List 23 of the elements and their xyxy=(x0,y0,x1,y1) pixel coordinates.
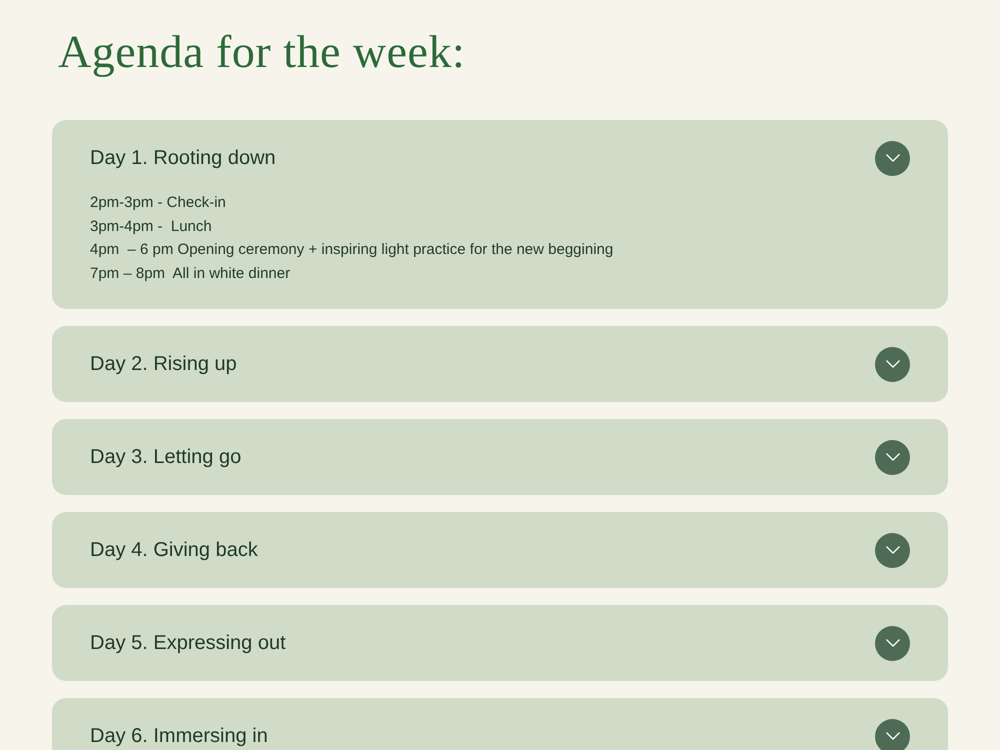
day-title: Day 4. Giving back xyxy=(90,538,258,562)
expand-button[interactable] xyxy=(875,140,910,176)
day-title: Day 1. Rooting down xyxy=(90,146,276,170)
chevron-down-icon xyxy=(886,639,900,647)
expand-button[interactable] xyxy=(875,346,910,382)
chevron-down-icon xyxy=(886,154,900,162)
day-title: Day 6. Immersing in xyxy=(90,724,268,748)
schedule-item: 4pm – 6 pm Opening ceremony + inspiring light practice for the new beggining xyxy=(90,240,614,260)
schedule-item: 7pm – 8pm All in white dinner xyxy=(90,264,292,284)
day-title: Day 3. Letting go xyxy=(90,446,242,468)
expand-button[interactable] xyxy=(875,532,910,568)
expand-button[interactable] xyxy=(875,718,910,750)
expand-button[interactable] xyxy=(875,440,910,474)
page-title: Agenda for the week: xyxy=(58,25,466,79)
schedule-item: 3pm-4pm - Lunch xyxy=(90,216,213,236)
expand-button[interactable] xyxy=(875,626,910,660)
day-title: Day 2. Rising up xyxy=(90,352,237,376)
schedule-item: 2pm-3pm - Check-in xyxy=(90,193,227,213)
chevron-down-icon xyxy=(886,732,900,740)
chevron-down-icon xyxy=(886,453,900,461)
chevron-down-icon xyxy=(886,360,900,368)
chevron-down-icon xyxy=(886,546,900,554)
day-title: Day 5. Expressing out xyxy=(90,632,286,654)
